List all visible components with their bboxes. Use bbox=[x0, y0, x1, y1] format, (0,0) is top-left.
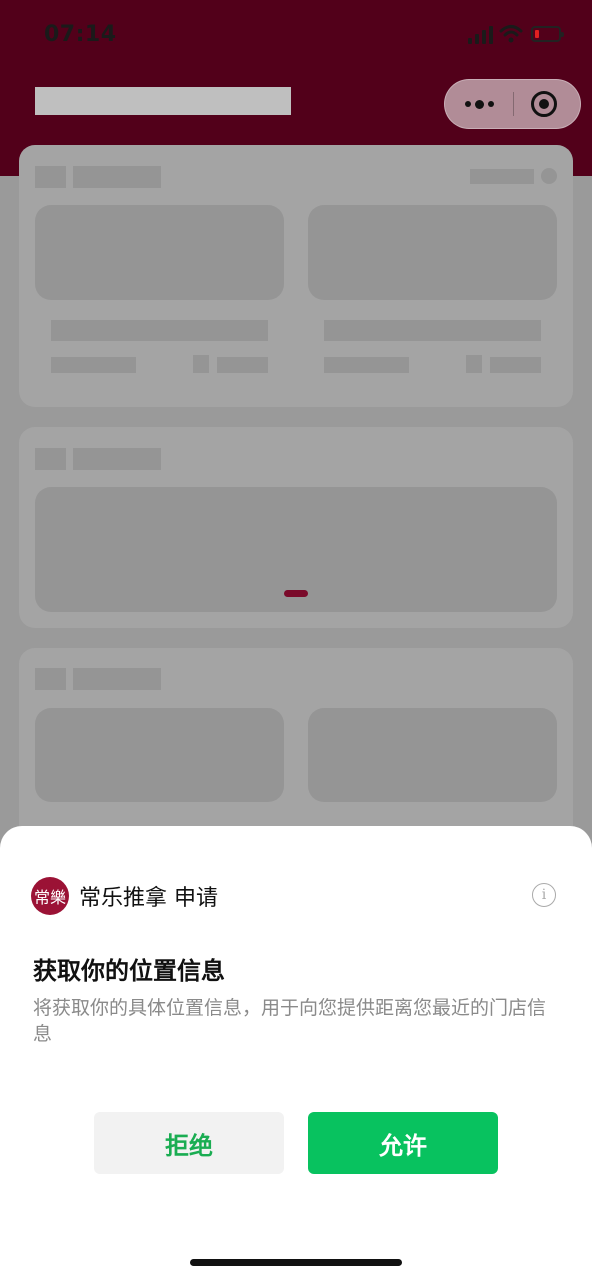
page-title-placeholder bbox=[35, 87, 291, 115]
skeleton-dot bbox=[541, 168, 557, 184]
cellular-signal-icon bbox=[468, 26, 494, 44]
permission-title: 获取你的位置信息 bbox=[33, 957, 225, 985]
battery-icon bbox=[531, 26, 564, 42]
permission-description: 将获取你的具体位置信息，用于向您提供距离您最近的门店信息 bbox=[33, 997, 547, 1045]
capsule-divider bbox=[513, 92, 514, 116]
allow-button[interactable]: 允许 bbox=[308, 1112, 498, 1174]
skeleton-image bbox=[308, 205, 557, 300]
miniprogram-capsule bbox=[444, 79, 581, 129]
skeleton-text bbox=[73, 166, 161, 188]
skeleton-icon bbox=[35, 668, 66, 690]
skeleton-text bbox=[51, 320, 268, 341]
skeleton-text bbox=[73, 448, 161, 470]
target-circle-icon[interactable] bbox=[531, 91, 557, 117]
more-dots-icon[interactable] bbox=[445, 80, 513, 128]
wifi-icon bbox=[499, 24, 523, 44]
skeleton-card bbox=[19, 648, 573, 848]
skeleton-icon bbox=[466, 355, 482, 373]
skeleton-image bbox=[35, 708, 284, 802]
skeleton-text bbox=[73, 668, 161, 690]
reject-button[interactable]: 拒绝 bbox=[94, 1112, 284, 1174]
skeleton-text bbox=[217, 357, 268, 373]
skeleton-icon bbox=[35, 166, 66, 188]
skeleton-text bbox=[324, 320, 541, 341]
skeleton-icon bbox=[35, 448, 66, 470]
skeleton-text bbox=[490, 357, 541, 373]
loading-indicator bbox=[284, 590, 308, 597]
home-indicator[interactable] bbox=[190, 1259, 402, 1266]
app-logo: 常樂 bbox=[31, 877, 69, 915]
status-time: 07:14 bbox=[44, 22, 117, 47]
skeleton-image bbox=[308, 708, 557, 802]
skeleton-text bbox=[470, 169, 534, 184]
skeleton-card bbox=[19, 145, 573, 407]
skeleton-text bbox=[324, 357, 409, 373]
skeleton-icon bbox=[193, 355, 209, 373]
skeleton-text bbox=[51, 357, 136, 373]
skeleton-card bbox=[19, 427, 573, 628]
skeleton-image bbox=[35, 205, 284, 300]
app-name: 常乐推拿 申请 bbox=[79, 886, 218, 911]
info-icon[interactable]: i bbox=[532, 883, 556, 907]
